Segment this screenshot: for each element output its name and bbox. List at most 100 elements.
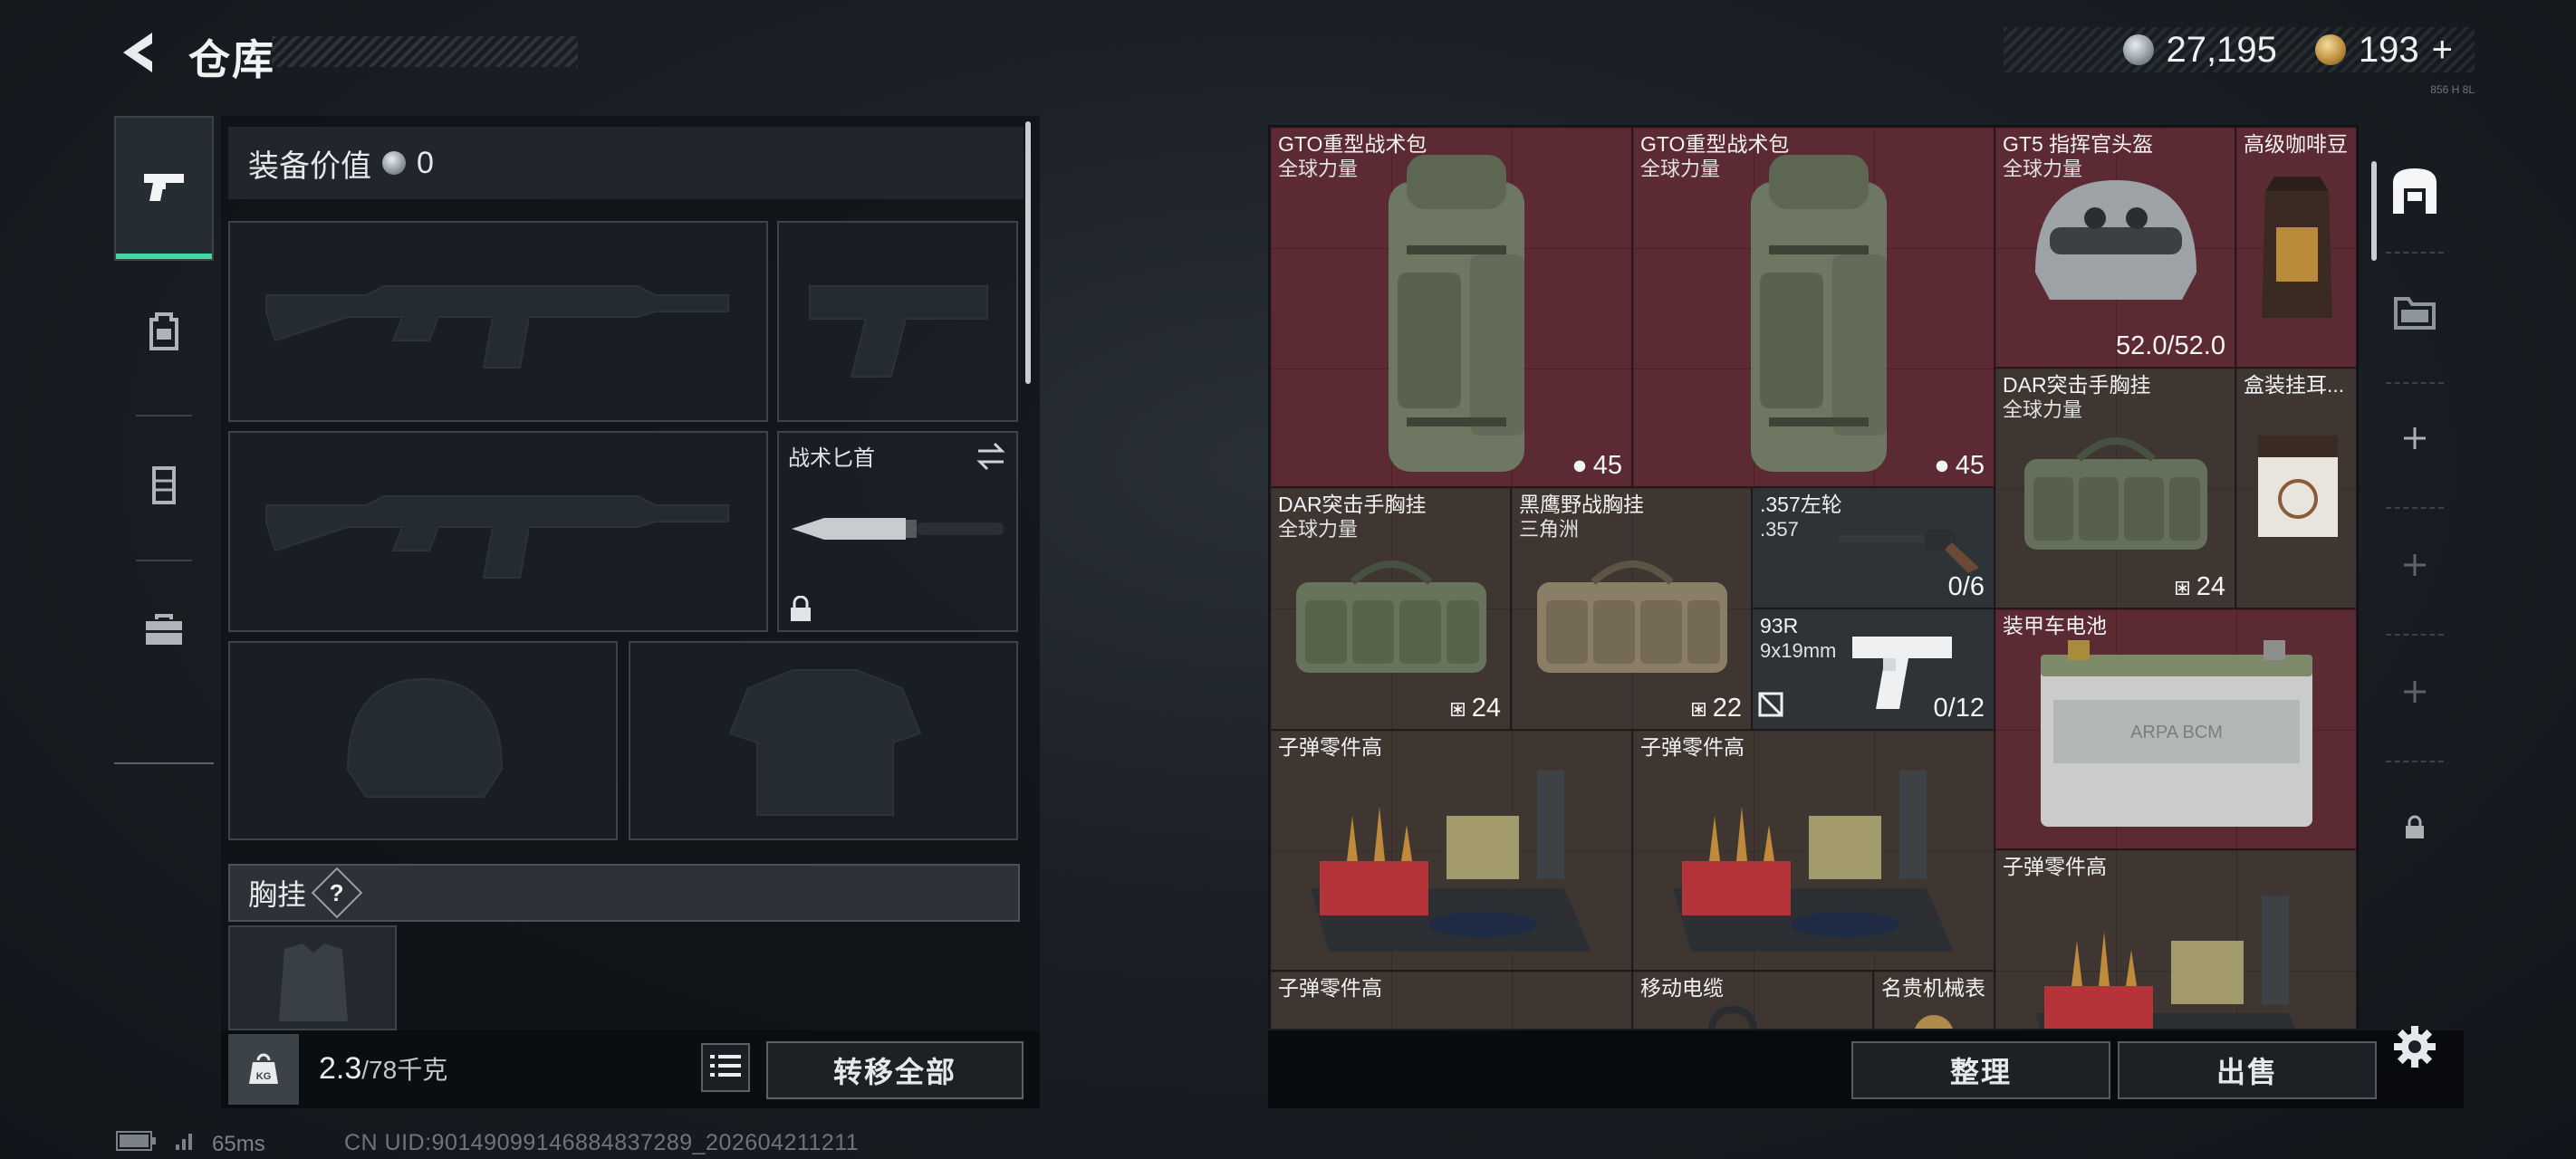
settings-button[interactable] <box>2386 1020 2444 1078</box>
weight-max: /78千克 <box>361 1056 448 1084</box>
silver-coin-icon <box>382 151 406 175</box>
weight-icon: KG <box>228 1034 299 1105</box>
storage-item[interactable]: 子弹零件高 <box>1270 971 1632 1029</box>
weight-current: 2.3 <box>319 1051 362 1086</box>
user-uid: CN UID:90149099146884837289_202604211211 <box>344 1130 860 1155</box>
rail-divider <box>2386 252 2444 254</box>
loadout-scrollbar[interactable] <box>1025 121 1031 384</box>
backpack-icon <box>146 311 182 357</box>
slots-icon: ⧆ <box>1690 694 1707 723</box>
secondary-weapon-slot[interactable] <box>228 431 768 632</box>
back-arrow-icon[interactable] <box>116 29 159 76</box>
storage-item[interactable]: 名贵机械表 <box>1873 971 1994 1029</box>
equipment-value-label: 装备价值 <box>248 148 371 184</box>
item-count: ⧆ 24 <box>2174 572 2225 601</box>
plus-icon <box>2402 426 2427 455</box>
kg-label: KG <box>256 1071 272 1082</box>
battery-label: ARPA BCM <box>2130 723 2223 742</box>
primary-weapon-slot[interactable] <box>228 221 768 422</box>
add-page-button[interactable] <box>2371 523 2458 610</box>
pistol-icon <box>140 168 187 209</box>
storage-item[interactable]: .357左轮 .357 0/6 <box>1752 487 1994 608</box>
tab-backpack[interactable] <box>114 261 214 406</box>
chest-rig-icon <box>2024 437 2207 550</box>
item-durability: 52.0/52.0 <box>2116 331 2225 360</box>
coffee-bag-icon <box>2262 177 2332 318</box>
gold-coin-icon <box>2314 34 2346 65</box>
battery-icon: ARPA BCM <box>2041 640 2312 827</box>
help-button[interactable]: ? <box>311 867 363 919</box>
swap-icon[interactable] <box>975 440 1007 473</box>
tab-armor[interactable] <box>114 415 214 560</box>
item-name: 高级咖啡豆 <box>2244 132 2348 156</box>
chest-rig-icon <box>1537 560 1727 673</box>
helmet-slot[interactable] <box>228 641 618 840</box>
storage-item[interactable]: GTO重型战术包 全球力量 ● 45 <box>1632 127 1994 487</box>
storage-item[interactable]: 黑鹰野战胸挂 三角洲 ⧆ 22 <box>1511 487 1752 730</box>
currency-bar[interactable]: 27,195 193 + <box>2004 27 2475 72</box>
list-view-button[interactable] <box>701 1043 750 1092</box>
sort-button[interactable]: 整理 <box>1851 1041 2110 1099</box>
tab-toolbox[interactable] <box>114 560 214 704</box>
storage-item[interactable]: 子弹零件高 <box>1632 730 1994 971</box>
storage-item[interactable]: 装甲车电池 ARPA BCM <box>1994 608 2357 849</box>
storage-page-main[interactable] <box>2371 148 2458 235</box>
storage-item[interactable]: 子弹零件高 <box>1994 849 2357 1029</box>
item-name: GT5 指挥官头盔 全球力量 <box>2003 132 2154 180</box>
battery-icon <box>116 1131 158 1157</box>
storage-item[interactable]: 移动电缆 <box>1632 971 1873 1029</box>
body-armor-slot[interactable] <box>629 641 1018 840</box>
sell-button[interactable]: 出售 <box>2118 1041 2377 1099</box>
chest-rig-label: 胸挂 <box>248 878 307 911</box>
signal-icon <box>174 1130 196 1158</box>
locked-page[interactable] <box>2371 786 2458 873</box>
storage-item[interactable]: GT5 指挥官头盔 全球力量 52.0/52.0 <box>1994 127 2235 368</box>
storage-item[interactable]: GTO重型战术包 全球力量 ● 45 <box>1270 127 1632 487</box>
tiny-code: 856 H 8L <box>2430 83 2475 96</box>
ping-text: 65ms <box>212 1131 265 1156</box>
coffee-box-icon <box>2258 436 2338 537</box>
stack-icon: ● <box>1572 451 1588 480</box>
sidearm-slot[interactable] <box>777 221 1018 422</box>
item-name: 黑鹰野战胸挂 三角洲 <box>1519 493 1644 541</box>
add-page-button[interactable] <box>2371 650 2458 737</box>
item-name: DAR突击手胸挂 全球力量 <box>1278 493 1427 541</box>
melee-slot-name: 战术匕首 <box>788 446 875 471</box>
lock-icon <box>2404 815 2426 845</box>
slots-icon: ⧆ <box>2174 572 2191 601</box>
item-name: 子弹零件高 <box>2003 855 2107 878</box>
tab-weapons[interactable] <box>114 116 214 261</box>
storage-page-2[interactable] <box>2371 270 2458 357</box>
rail-divider <box>2386 507 2444 509</box>
storage-item[interactable]: 93R 9x19mm 0/12 <box>1752 608 1994 730</box>
armor-silhouette-icon <box>728 669 922 816</box>
storage-item[interactable]: 盒装挂耳... <box>2235 368 2357 608</box>
chest-rig-slot[interactable] <box>228 925 397 1030</box>
transfer-all-button[interactable]: 转移全部 <box>766 1041 1024 1099</box>
melee-slot[interactable]: 战术匕首 <box>777 431 1018 632</box>
storage-item[interactable]: DAR突击手胸挂 全球力量 ⧆ 24 <box>1994 368 2235 608</box>
pistol-silhouette-icon <box>809 285 988 378</box>
storage-pages-rail <box>2366 125 2464 1112</box>
backpack-icon <box>1389 155 1524 472</box>
add-page-button[interactable] <box>2371 397 2458 484</box>
status-bar: 65ms <box>116 1130 265 1158</box>
carry-weight: 2.3/78千克 <box>319 1050 447 1087</box>
storage-item[interactable]: 子弹零件高 <box>1270 730 1632 971</box>
rail-divider <box>2386 382 2444 384</box>
lock-icon <box>788 595 813 623</box>
cable-icon <box>1707 1005 1758 1029</box>
item-name: 93R 9x19mm <box>1760 614 1837 662</box>
storage-item[interactable]: 高级咖啡豆 <box>2235 127 2357 368</box>
silver-coin-icon <box>2122 34 2154 65</box>
add-currency-button[interactable]: + <box>2432 30 2453 71</box>
item-name: .357左轮 .357 <box>1760 493 1842 541</box>
category-tabs <box>114 116 214 764</box>
item-name: 子弹零件高 <box>1278 976 1382 1000</box>
item-count: ● 45 <box>1572 451 1622 480</box>
storage-grid: GTO重型战术包 全球力量 ● 45 GTO重型战术包 全球力量 ● 45 GT5 指挥… <box>1270 127 2357 1029</box>
stack-icon: ● <box>1934 451 1950 480</box>
item-name: 盒装挂耳... <box>2244 373 2345 397</box>
chest-rig-icon <box>1296 560 1486 673</box>
storage-item[interactable]: DAR突击手胸挂 全球力量 ⧆ 24 <box>1270 487 1511 730</box>
